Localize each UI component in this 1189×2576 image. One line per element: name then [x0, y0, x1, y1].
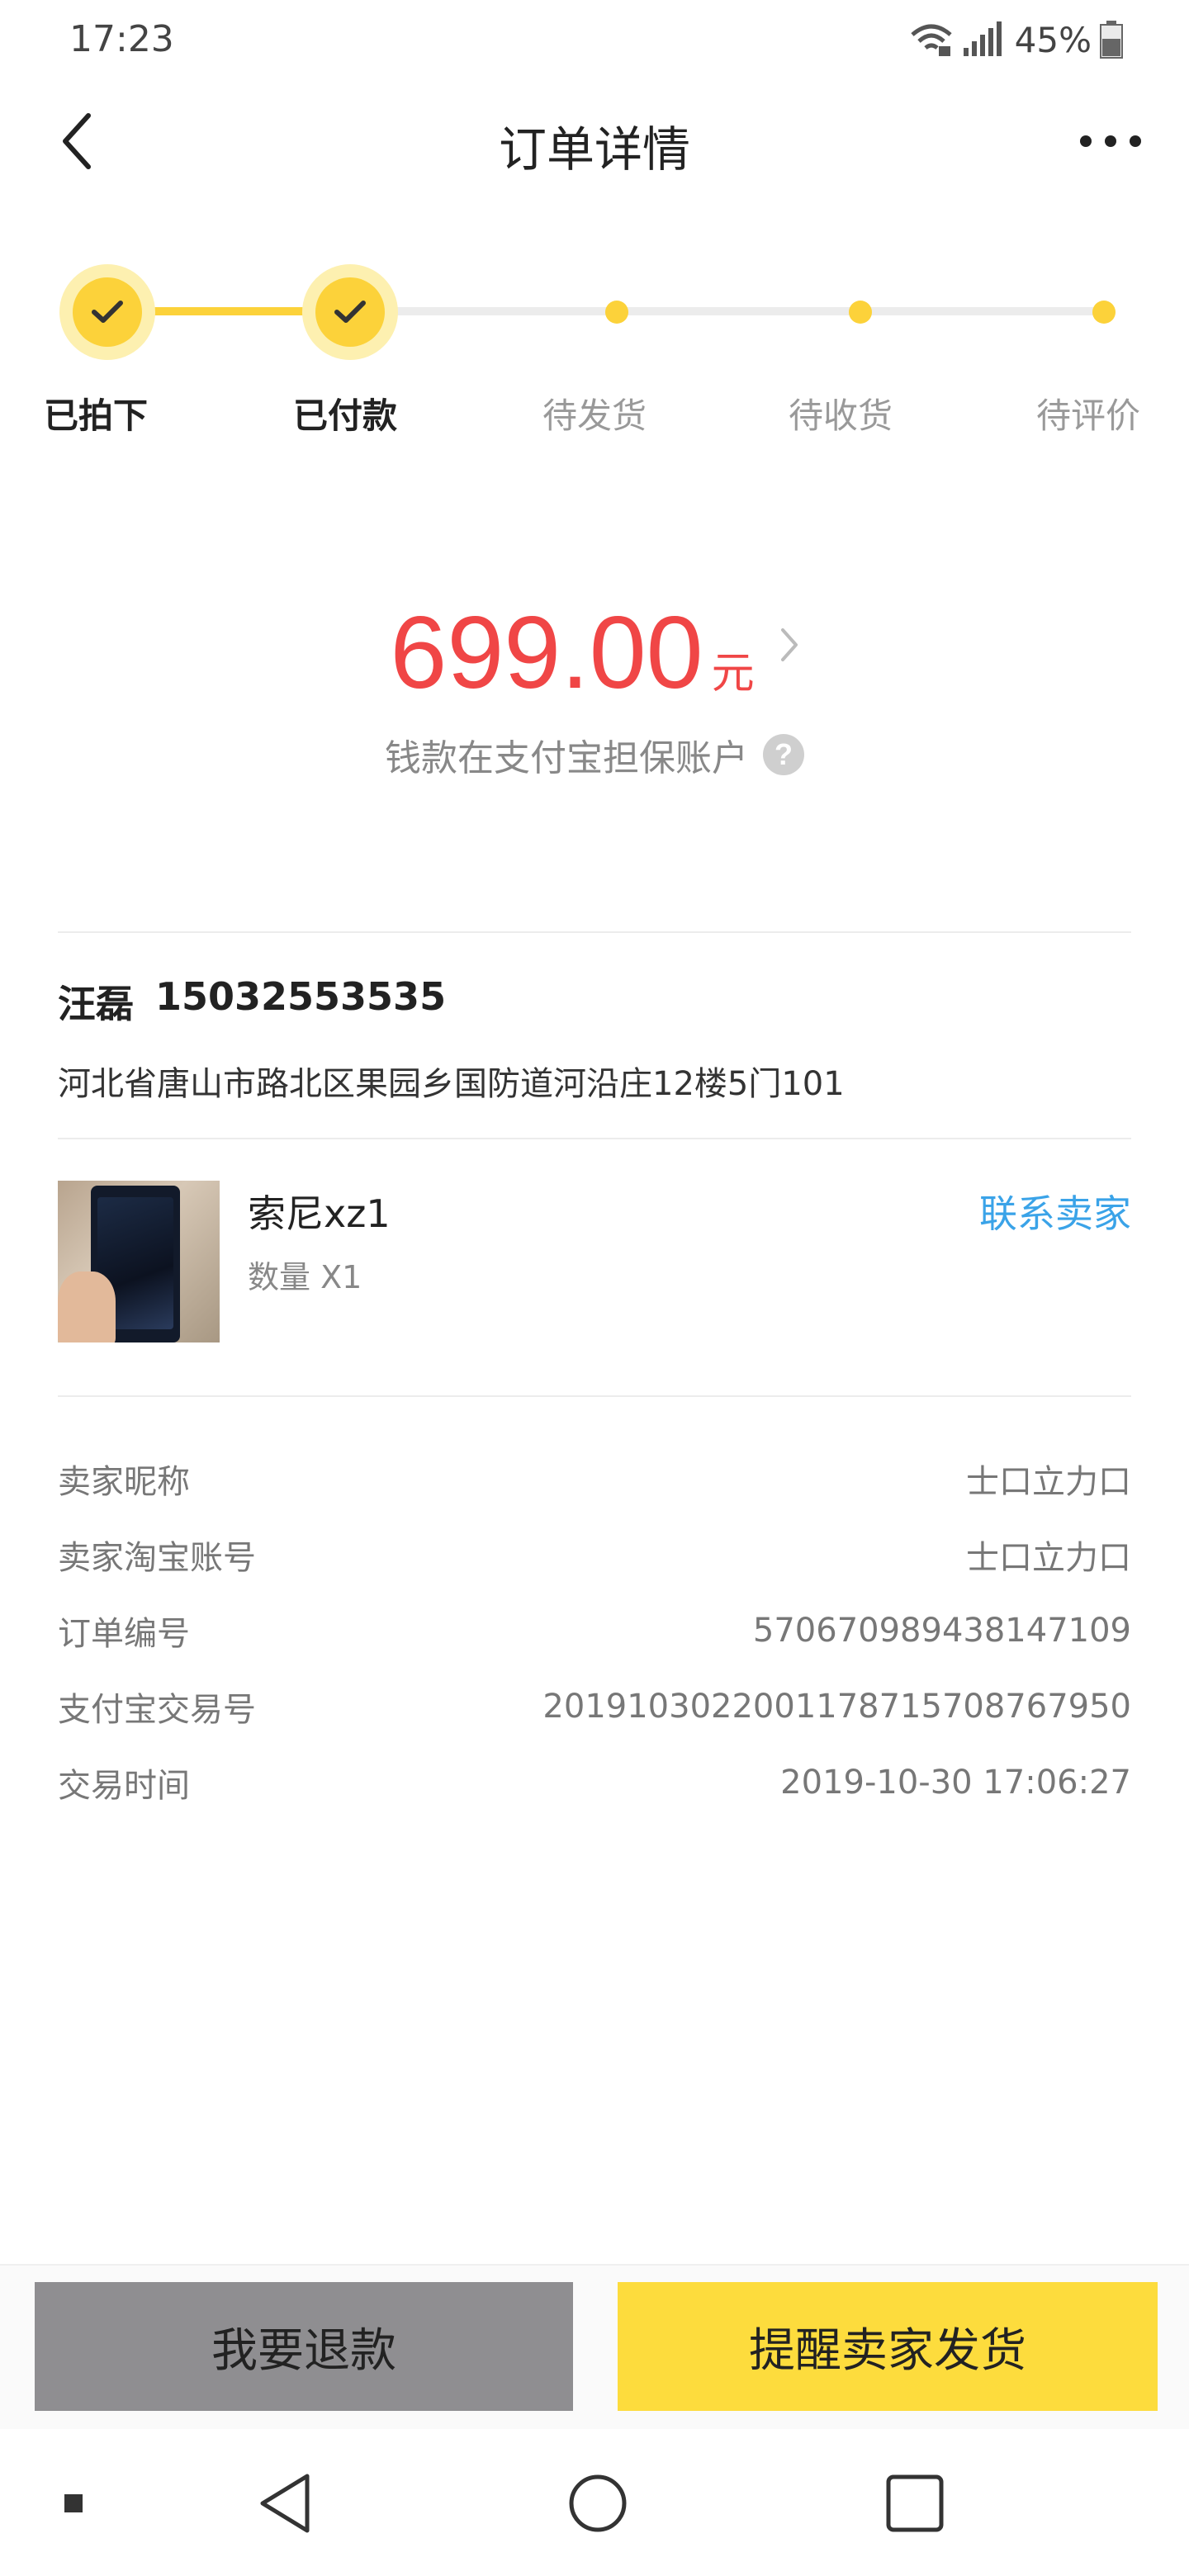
info-row: 订单编号 570670989438147109	[58, 1593, 1131, 1669]
recipient-row: 汪磊 15032553535	[58, 974, 1131, 1029]
escrow-text: 钱款在支付宝担保账户	[385, 737, 748, 779]
divider	[58, 1395, 1131, 1397]
info-label: 支付宝交易号	[58, 1691, 256, 1729]
check-icon	[334, 301, 366, 323]
order-info: 卖家昵称 士口立力口 卖家淘宝账号 士口立力口 订单编号 57067098943…	[58, 1441, 1131, 1821]
info-row: 卖家淘宝账号 士口立力口	[58, 1517, 1131, 1593]
action-bar: 我要退款 提醒卖家发货	[0, 2264, 1189, 2429]
step-label-2: 已付款	[292, 395, 397, 436]
info-value: 2019-10-30 17:06:27	[780, 1764, 1131, 1802]
amount-value: 699.00	[390, 596, 703, 710]
help-icon[interactable]: ?	[763, 734, 804, 775]
status-bar: 17:23 45%	[0, 0, 1189, 79]
check-icon	[92, 301, 123, 323]
nav-bar: 订单详情	[0, 79, 1189, 203]
page-title: 订单详情	[498, 121, 690, 178]
info-label: 交易时间	[58, 1767, 190, 1805]
amount-block: 699.00 元 钱款在支付宝担保账户 ?	[0, 594, 1189, 781]
step-label-4: 待收货	[788, 395, 893, 436]
info-label: 卖家淘宝账号	[58, 1539, 256, 1577]
product-item[interactable]: 索尼xz1 数量 X1 联系卖家	[58, 1181, 1131, 1346]
step-node-1	[59, 264, 155, 360]
info-value: 2019103022001178715708767950	[542, 1688, 1131, 1726]
recipient-phone: 15032553535	[155, 974, 447, 1019]
step-label-5: 待评价	[1035, 395, 1140, 436]
back-triangle-icon[interactable]	[248, 2470, 322, 2536]
address-detail: 河北省唐山市路北区果园乡国防道河沿庄12楼5门101	[58, 1065, 845, 1103]
step-node-2	[302, 264, 398, 360]
recipient-name: 汪磊	[58, 982, 134, 1026]
info-label: 订单编号	[58, 1615, 190, 1653]
divider	[58, 1138, 1131, 1139]
status-icons: 45%	[909, 17, 1123, 63]
info-value: 士口立力口	[966, 1539, 1131, 1577]
divider	[58, 931, 1131, 933]
chevron-right-icon	[780, 628, 798, 661]
progress-line-todo	[388, 307, 1115, 315]
order-progress: 已拍下 已付款 待发货 待收货 待评价	[0, 248, 1189, 462]
step-node-4	[849, 301, 872, 324]
amount-row[interactable]: 699.00 元	[0, 594, 1189, 712]
step-label-3: 待发货	[542, 395, 647, 436]
system-nav-bar	[0, 2429, 1189, 2576]
shipping-address: 汪磊 15032553535 河北省唐山市路北区果园乡国防道河沿庄12楼5门10…	[58, 974, 1131, 1105]
contact-seller-link[interactable]: 联系卖家	[979, 1184, 1131, 1238]
more-dots-icon	[1080, 135, 1141, 147]
recents-square-icon[interactable]	[882, 2470, 948, 2536]
info-row: 支付宝交易号 2019103022001178715708767950	[58, 1669, 1131, 1745]
info-row: 卖家昵称 士口立力口	[58, 1441, 1131, 1517]
step-node-3	[605, 301, 628, 324]
product-name: 索尼xz1	[248, 1191, 391, 1236]
amount-unit: 元	[711, 649, 755, 698]
wifi-icon	[911, 24, 952, 56]
status-time: 17:23	[69, 18, 174, 60]
square-small-icon[interactable]	[54, 2470, 92, 2536]
remind-seller-button[interactable]: 提醒卖家发货	[618, 2282, 1158, 2411]
info-label: 卖家昵称	[58, 1463, 190, 1501]
step-node-5	[1092, 301, 1116, 324]
battery-percent: 45%	[1014, 19, 1092, 60]
more-button[interactable]	[1065, 104, 1156, 178]
info-value: 士口立力口	[966, 1463, 1131, 1501]
product-quantity: 数量 X1	[248, 1259, 362, 1295]
signal-icon	[963, 21, 1002, 56]
escrow-row: 钱款在支付宝担保账户 ?	[0, 728, 1189, 781]
battery-icon	[1100, 21, 1123, 59]
refund-button[interactable]: 我要退款	[35, 2282, 573, 2411]
home-circle-icon[interactable]	[565, 2470, 631, 2536]
product-thumbnail	[58, 1181, 220, 1342]
info-value: 570670989438147109	[752, 1612, 1131, 1650]
step-label-1: 已拍下	[43, 395, 148, 436]
info-row: 交易时间 2019-10-30 17:06:27	[58, 1745, 1131, 1821]
